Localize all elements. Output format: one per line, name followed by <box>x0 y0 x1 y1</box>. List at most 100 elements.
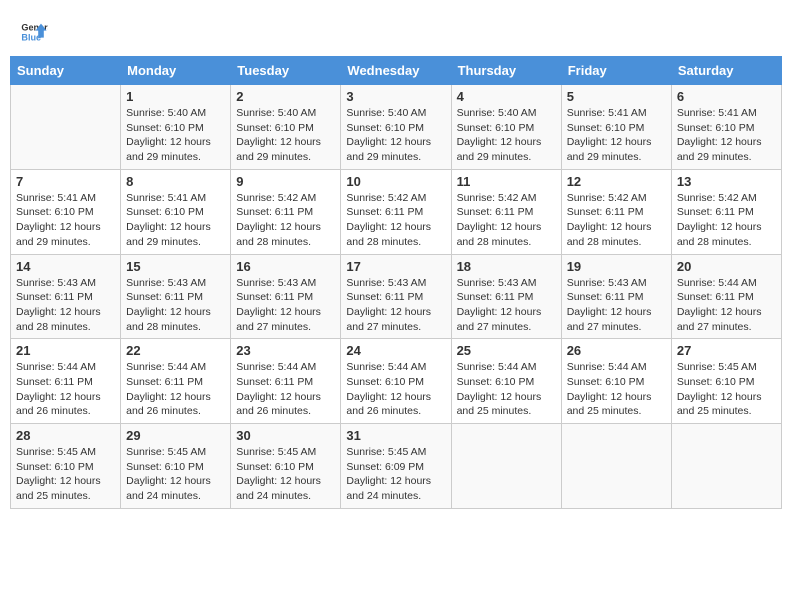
weekday-header-row: SundayMondayTuesdayWednesdayThursdayFrid… <box>11 57 782 85</box>
day-number: 7 <box>16 174 115 189</box>
day-info: Sunrise: 5:41 AM Sunset: 6:10 PM Dayligh… <box>677 106 776 165</box>
day-info: Sunrise: 5:45 AM Sunset: 6:10 PM Dayligh… <box>126 445 225 504</box>
calendar-day-cell: 15 Sunrise: 5:43 AM Sunset: 6:11 PM Dayli… <box>121 254 231 339</box>
calendar-day-cell: 12Sunrise: 5:42 AM Sunset: 6:11 PM Dayli… <box>561 169 671 254</box>
day-number: 18 <box>457 259 556 274</box>
weekday-header-cell: Saturday <box>671 57 781 85</box>
svg-text:Blue: Blue <box>21 32 41 42</box>
logo: General Blue <box>20 18 48 46</box>
calendar-day-cell: 20 Sunrise: 5:44 AM Sunset: 6:11 PM Dayli… <box>671 254 781 339</box>
weekday-header-cell: Friday <box>561 57 671 85</box>
day-number: 3 <box>346 89 445 104</box>
day-number: 4 <box>457 89 556 104</box>
day-number: 19 <box>567 259 666 274</box>
weekday-header-cell: Tuesday <box>231 57 341 85</box>
day-info: Sunrise: 5:43 AM Sunset: 6:11 PM Dayligh… <box>567 276 666 335</box>
calendar-day-cell <box>451 424 561 509</box>
day-number: 8 <box>126 174 225 189</box>
day-info: Sunrise: 5:44 AM Sunset: 6:10 PM Dayligh… <box>567 360 666 419</box>
weekday-header-cell: Sunday <box>11 57 121 85</box>
calendar-day-cell: 24 Sunrise: 5:44 AM Sunset: 6:10 PM Dayli… <box>341 339 451 424</box>
day-number: 1 <box>126 89 225 104</box>
day-number: 16 <box>236 259 335 274</box>
calendar-day-cell: 21 Sunrise: 5:44 AM Sunset: 6:11 PM Dayli… <box>11 339 121 424</box>
day-info: Sunrise: 5:45 AM Sunset: 6:10 PM Dayligh… <box>16 445 115 504</box>
calendar-day-cell <box>11 85 121 170</box>
day-info: Sunrise: 5:44 AM Sunset: 6:11 PM Dayligh… <box>677 276 776 335</box>
day-number: 24 <box>346 343 445 358</box>
day-number: 17 <box>346 259 445 274</box>
day-info: Sunrise: 5:41 AM Sunset: 6:10 PM Dayligh… <box>126 191 225 250</box>
day-info: Sunrise: 5:44 AM Sunset: 6:11 PM Dayligh… <box>126 360 225 419</box>
day-info: Sunrise: 5:41 AM Sunset: 6:10 PM Dayligh… <box>16 191 115 250</box>
day-number: 13 <box>677 174 776 189</box>
calendar-day-cell: 30Sunrise: 5:45 AM Sunset: 6:10 PM Dayli… <box>231 424 341 509</box>
day-info: Sunrise: 5:44 AM Sunset: 6:10 PM Dayligh… <box>346 360 445 419</box>
day-info: Sunrise: 5:42 AM Sunset: 6:11 PM Dayligh… <box>677 191 776 250</box>
day-number: 23 <box>236 343 335 358</box>
day-info: Sunrise: 5:44 AM Sunset: 6:10 PM Dayligh… <box>457 360 556 419</box>
day-info: Sunrise: 5:40 AM Sunset: 6:10 PM Dayligh… <box>126 106 225 165</box>
day-info: Sunrise: 5:45 AM Sunset: 6:10 PM Dayligh… <box>236 445 335 504</box>
calendar-day-cell: 18 Sunrise: 5:43 AM Sunset: 6:11 PM Dayli… <box>451 254 561 339</box>
day-info: Sunrise: 5:43 AM Sunset: 6:11 PM Dayligh… <box>16 276 115 335</box>
day-number: 25 <box>457 343 556 358</box>
day-number: 29 <box>126 428 225 443</box>
day-number: 31 <box>346 428 445 443</box>
calendar-day-cell: 23 Sunrise: 5:44 AM Sunset: 6:11 PM Dayli… <box>231 339 341 424</box>
day-info: Sunrise: 5:45 AM Sunset: 6:09 PM Dayligh… <box>346 445 445 504</box>
calendar-day-cell: 4 Sunrise: 5:40 AM Sunset: 6:10 PM Daylig… <box>451 85 561 170</box>
calendar-day-cell: 25 Sunrise: 5:44 AM Sunset: 6:10 PM Dayli… <box>451 339 561 424</box>
day-info: Sunrise: 5:42 AM Sunset: 6:11 PM Dayligh… <box>236 191 335 250</box>
calendar-week-row: 1 Sunrise: 5:40 AM Sunset: 6:10 PM Daylig… <box>11 85 782 170</box>
day-info: Sunrise: 5:42 AM Sunset: 6:11 PM Dayligh… <box>346 191 445 250</box>
calendar-day-cell: 14 Sunrise: 5:43 AM Sunset: 6:11 PM Dayli… <box>11 254 121 339</box>
calendar-week-row: 7 Sunrise: 5:41 AM Sunset: 6:10 PM Daylig… <box>11 169 782 254</box>
calendar-week-row: 28 Sunrise: 5:45 AM Sunset: 6:10 PM Dayli… <box>11 424 782 509</box>
day-number: 22 <box>126 343 225 358</box>
calendar-day-cell: 11Sunrise: 5:42 AM Sunset: 6:11 PM Dayli… <box>451 169 561 254</box>
day-info: Sunrise: 5:40 AM Sunset: 6:10 PM Dayligh… <box>457 106 556 165</box>
calendar-day-cell: 8 Sunrise: 5:41 AM Sunset: 6:10 PM Daylig… <box>121 169 231 254</box>
calendar-week-row: 21 Sunrise: 5:44 AM Sunset: 6:11 PM Dayli… <box>11 339 782 424</box>
day-number: 5 <box>567 89 666 104</box>
day-info: Sunrise: 5:43 AM Sunset: 6:11 PM Dayligh… <box>236 276 335 335</box>
calendar-day-cell: 1 Sunrise: 5:40 AM Sunset: 6:10 PM Daylig… <box>121 85 231 170</box>
day-number: 14 <box>16 259 115 274</box>
calendar-body: 1 Sunrise: 5:40 AM Sunset: 6:10 PM Daylig… <box>11 85 782 509</box>
calendar-day-cell <box>671 424 781 509</box>
day-info: Sunrise: 5:40 AM Sunset: 6:10 PM Dayligh… <box>346 106 445 165</box>
day-info: Sunrise: 5:40 AM Sunset: 6:10 PM Dayligh… <box>236 106 335 165</box>
day-number: 21 <box>16 343 115 358</box>
calendar-day-cell: 17 Sunrise: 5:43 AM Sunset: 6:11 PM Dayli… <box>341 254 451 339</box>
calendar-day-cell: 5Sunrise: 5:41 AM Sunset: 6:10 PM Daylig… <box>561 85 671 170</box>
logo-icon: General Blue <box>20 18 48 46</box>
calendar-week-row: 14 Sunrise: 5:43 AM Sunset: 6:11 PM Dayli… <box>11 254 782 339</box>
day-info: Sunrise: 5:44 AM Sunset: 6:11 PM Dayligh… <box>236 360 335 419</box>
calendar-day-cell: 7 Sunrise: 5:41 AM Sunset: 6:10 PM Daylig… <box>11 169 121 254</box>
calendar-day-cell <box>561 424 671 509</box>
calendar-day-cell: 16 Sunrise: 5:43 AM Sunset: 6:11 PM Dayli… <box>231 254 341 339</box>
day-number: 10 <box>346 174 445 189</box>
header: General Blue <box>10 10 782 50</box>
calendar-day-cell: 22 Sunrise: 5:44 AM Sunset: 6:11 PM Dayli… <box>121 339 231 424</box>
calendar-day-cell: 19 Sunrise: 5:43 AM Sunset: 6:11 PM Dayli… <box>561 254 671 339</box>
calendar-day-cell: 6Sunrise: 5:41 AM Sunset: 6:10 PM Daylig… <box>671 85 781 170</box>
day-info: Sunrise: 5:43 AM Sunset: 6:11 PM Dayligh… <box>457 276 556 335</box>
day-info: Sunrise: 5:43 AM Sunset: 6:11 PM Dayligh… <box>126 276 225 335</box>
calendar-day-cell: 10 Sunrise: 5:42 AM Sunset: 6:11 PM Dayli… <box>341 169 451 254</box>
calendar-day-cell: 31 Sunrise: 5:45 AM Sunset: 6:09 PM Dayli… <box>341 424 451 509</box>
calendar-day-cell: 26Sunrise: 5:44 AM Sunset: 6:10 PM Dayli… <box>561 339 671 424</box>
calendar-day-cell: 29 Sunrise: 5:45 AM Sunset: 6:10 PM Dayli… <box>121 424 231 509</box>
calendar-table: SundayMondayTuesdayWednesdayThursdayFrid… <box>10 56 782 509</box>
weekday-header-cell: Thursday <box>451 57 561 85</box>
weekday-header-cell: Wednesday <box>341 57 451 85</box>
calendar-day-cell: 3 Sunrise: 5:40 AM Sunset: 6:10 PM Daylig… <box>341 85 451 170</box>
day-number: 15 <box>126 259 225 274</box>
day-number: 28 <box>16 428 115 443</box>
calendar-day-cell: 2Sunrise: 5:40 AM Sunset: 6:10 PM Daylig… <box>231 85 341 170</box>
day-info: Sunrise: 5:44 AM Sunset: 6:11 PM Dayligh… <box>16 360 115 419</box>
day-number: 20 <box>677 259 776 274</box>
calendar-day-cell: 13 Sunrise: 5:42 AM Sunset: 6:11 PM Dayli… <box>671 169 781 254</box>
day-info: Sunrise: 5:43 AM Sunset: 6:11 PM Dayligh… <box>346 276 445 335</box>
